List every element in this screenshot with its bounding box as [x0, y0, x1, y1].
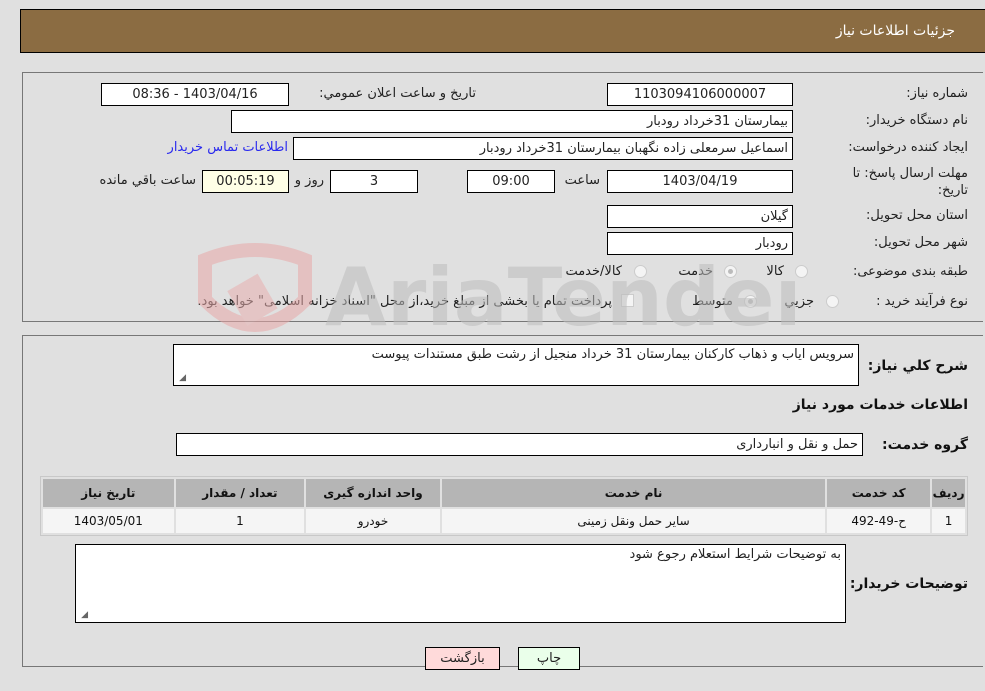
buyer-notes-text: به توضیحات شرایط استعلام رجوع شود: [629, 547, 841, 562]
requester-field: اسماعیل سرمعلی زاده نگهبان بیمارستان 31خ…: [293, 137, 793, 160]
category-radio-goods-service[interactable]: [634, 265, 647, 278]
page-header: جزئیات اطلاعات نیاز: [20, 9, 985, 53]
province-label: استان محل تحویل:: [866, 208, 968, 223]
resize-grip-icon[interactable]: ◢: [78, 610, 88, 620]
need-number-label: شماره نیاز:: [906, 86, 968, 101]
category-radio-service[interactable]: [724, 265, 737, 278]
buyer-notes-textarea[interactable]: به توضیحات شرایط استعلام رجوع شود ◢: [75, 544, 846, 623]
city-field: رودبار: [607, 232, 793, 255]
service-group-label: گروه خدمت:: [882, 437, 968, 453]
purchase-type-radio-medium[interactable]: [744, 295, 757, 308]
description-textarea[interactable]: سرویس ایاب و ذهاب کارکنان بیمارستان 31 خ…: [173, 344, 859, 386]
purchase-type-option-minor: جزيي: [784, 294, 814, 309]
announce-datetime-label: تاریخ و ساعت اعلان عمومي:: [319, 86, 476, 101]
remaining-time-field: 00:05:19: [202, 170, 289, 193]
buyer-org-label: نام دستگاه خریدار:: [865, 113, 968, 128]
buyer-org-field: بیمارستان 31خرداد رودبار: [231, 110, 793, 133]
deadline-date-field: 1403/04/19: [607, 170, 793, 193]
purchase-type-label: نوع فرآیند خرید :: [876, 294, 968, 309]
city-label: شهر محل تحویل:: [873, 235, 968, 250]
col-header-quantity: تعداد / مقدار: [175, 479, 305, 507]
category-option-service: خدمت: [678, 264, 713, 279]
deadline-days-field: 3: [330, 170, 418, 193]
col-header-need-date: تاريخ نياز: [43, 479, 174, 507]
print-button[interactable]: چاپ: [518, 647, 580, 670]
days-label: روز و: [294, 173, 324, 188]
cell-need-date: 1403/05/01: [43, 509, 174, 533]
category-option-goods-service: کالا/خدمت: [565, 264, 622, 279]
requester-label: ایجاد کننده درخواست:: [848, 140, 968, 155]
col-header-row-number: رديف: [932, 479, 965, 507]
table-row: 1 ح-49-492 سایر حمل ونقل زمینی خودرو 1 1…: [43, 509, 965, 533]
province-field: گیلان: [607, 205, 793, 228]
deadline-label: مهلت ارسال پاسخ: تا تاریخ:: [853, 165, 968, 199]
buyer-notes-label: توضيحات خريدار:: [849, 576, 968, 592]
services-heading: اطلاعات خدمات مورد نياز: [792, 397, 968, 413]
col-header-service-name: نام خدمت: [441, 479, 826, 507]
resize-grip-icon[interactable]: ◢: [176, 373, 186, 383]
cell-unit: خودرو: [306, 509, 440, 533]
cell-service-name: سایر حمل ونقل زمینی: [441, 509, 826, 533]
description-text: سرویس ایاب و ذهاب کارکنان بیمارستان 31 خ…: [371, 347, 854, 362]
col-header-unit: واحد اندازه گیری: [306, 479, 440, 507]
deadline-label-line1: مهلت ارسال پاسخ: تا: [852, 166, 968, 181]
category-label: طبقه بندی موضوعی:: [852, 264, 968, 279]
purchase-type-radio-minor[interactable]: [826, 295, 839, 308]
table-header-row: رديف كد خدمت نام خدمت واحد اندازه گیری ت…: [43, 479, 965, 507]
cell-row-number: 1: [932, 509, 965, 533]
category-radio-goods[interactable]: [795, 265, 808, 278]
deadline-time-field: 09:00: [467, 170, 555, 193]
remaining-time-label: ساعت باقي مانده: [99, 173, 196, 188]
deadline-label-line2: تاریخ:: [937, 183, 968, 198]
need-number-field: 1103094106000007: [607, 83, 793, 106]
services-table: رديف كد خدمت نام خدمت واحد اندازه گیری ت…: [40, 476, 968, 536]
page-title: جزئیات اطلاعات نیاز: [835, 23, 955, 39]
col-header-service-code: كد خدمت: [827, 479, 931, 507]
cell-quantity: 1: [175, 509, 305, 533]
cell-service-code: ح-49-492: [827, 509, 931, 533]
purchase-type-option-medium: متوسط: [692, 294, 733, 309]
announce-datetime-field: 1403/04/16 - 08:36: [101, 83, 289, 106]
service-group-field: حمل و نقل و انبارداری: [176, 433, 863, 456]
description-label: شرح كلي نياز:: [867, 358, 968, 374]
buyer-contact-link[interactable]: اطلاعات تماس خریدار: [168, 140, 288, 155]
category-option-goods: کالا: [766, 264, 784, 279]
treasury-note: پرداخت تمام یا بخشی از مبلغ خرید،از محل …: [197, 294, 612, 309]
back-button[interactable]: بازگشت: [425, 647, 500, 670]
treasury-checkbox[interactable]: [621, 294, 634, 307]
deadline-time-label: ساعت: [564, 173, 600, 188]
